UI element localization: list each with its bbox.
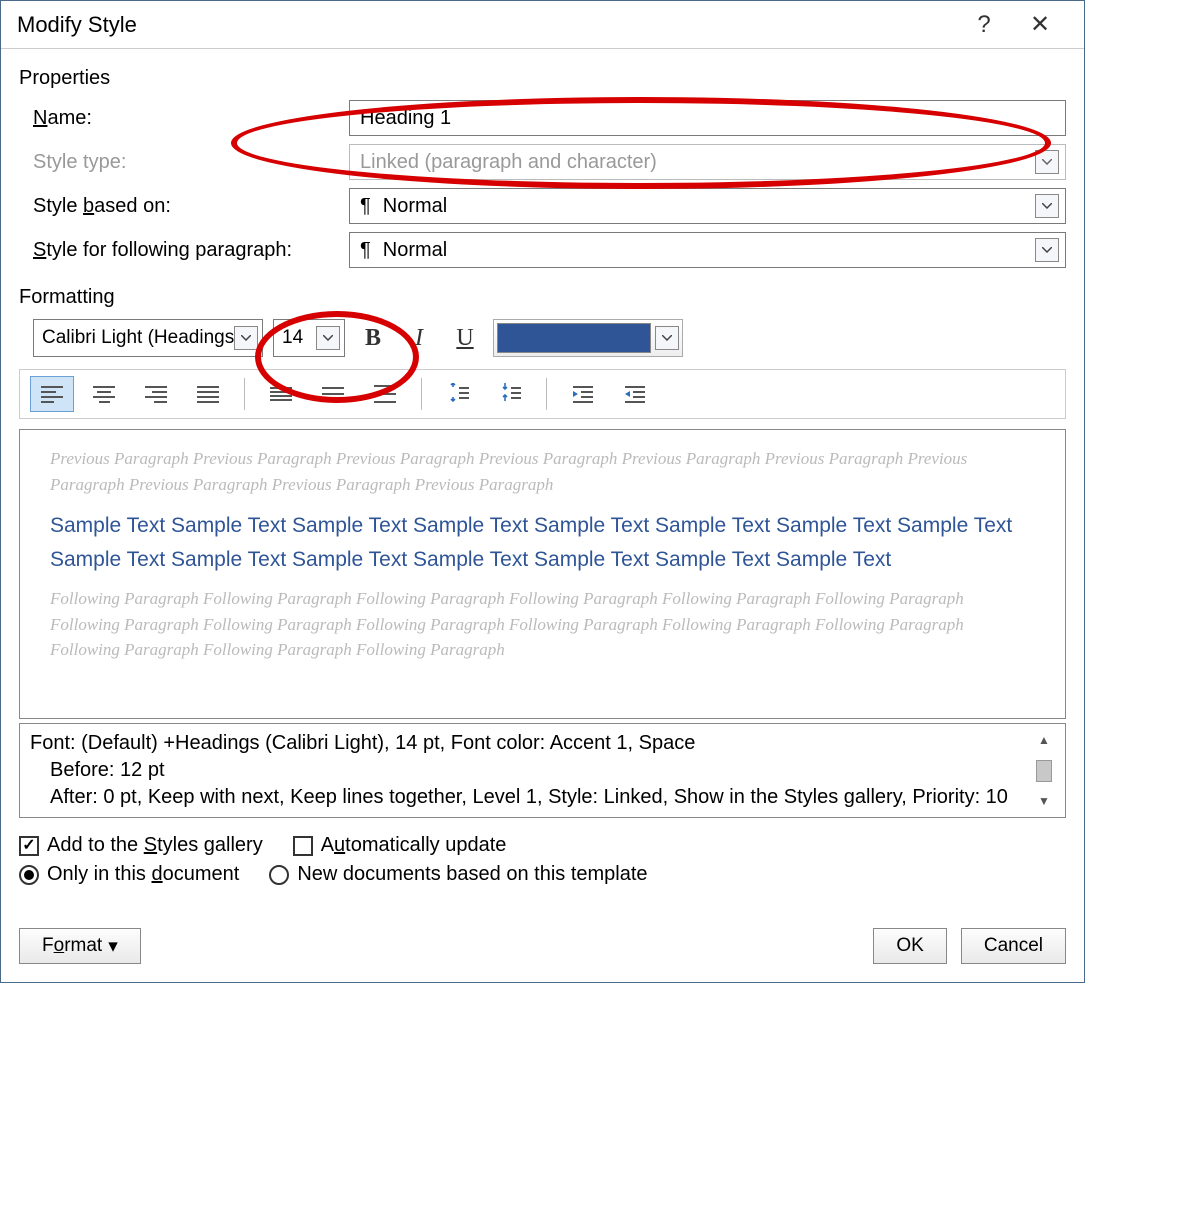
add-to-gallery-checkbox[interactable]: Add to the Styles gallery (19, 834, 263, 857)
formatting-toolbar-1: Calibri Light (Headings) 14 B I U (19, 319, 1066, 357)
underline-button[interactable]: U (447, 320, 483, 356)
style-type-combo: Linked (paragraph and character) (349, 144, 1066, 180)
following-row: Style for following paragraph: ¶ Normal (19, 232, 1066, 268)
desc-line-1: Font: (Default) +Headings (Calibri Light… (30, 732, 695, 754)
name-label: Name: (19, 107, 349, 130)
align-center-button[interactable] (82, 376, 126, 412)
color-swatch (497, 323, 651, 353)
new-docs-template-radio[interactable]: New documents based on this template (269, 863, 647, 886)
scroll-up-icon[interactable]: ▲ (1033, 730, 1055, 750)
preview-following-paragraph: Following Paragraph Following Paragraph … (50, 586, 1035, 663)
preview-pane: Previous Paragraph Previous Paragraph Pr… (19, 429, 1066, 719)
chevron-down-icon[interactable] (1035, 194, 1059, 218)
format-button[interactable]: Format ▾ (19, 928, 141, 964)
space-after-button[interactable] (488, 376, 532, 412)
scroll-thumb[interactable] (1036, 760, 1052, 782)
dropdown-caret-icon: ▾ (108, 935, 118, 958)
name-input[interactable] (349, 100, 1066, 136)
separator (421, 378, 422, 410)
line-spacing-1-button[interactable] (259, 376, 303, 412)
radio-icon (19, 865, 39, 885)
preview-previous-paragraph: Previous Paragraph Previous Paragraph Pr… (50, 446, 1035, 497)
chevron-down-icon[interactable] (234, 326, 258, 350)
following-combo[interactable]: ¶ Normal (349, 232, 1066, 268)
pilcrow-icon: ¶ (360, 195, 377, 218)
dialog-title: Modify Style (17, 12, 956, 38)
based-on-row: Style based on: ¶ Normal (19, 188, 1066, 224)
cancel-button[interactable]: Cancel (961, 928, 1066, 964)
radio-icon (269, 865, 289, 885)
font-color-combo[interactable] (493, 319, 683, 357)
style-type-row: Style type: Linked (paragraph and charac… (19, 144, 1066, 180)
formatting-toolbar-2 (19, 369, 1066, 419)
radio-row: Only in this document New documents base… (19, 863, 1066, 886)
decrease-indent-button[interactable] (561, 376, 605, 412)
font-size-combo[interactable]: 14 (273, 319, 345, 357)
modify-style-dialog: Modify Style ? ✕ Properties Name: Style … (0, 0, 1085, 983)
close-button[interactable]: ✕ (1012, 5, 1068, 45)
align-justify-button[interactable] (186, 376, 230, 412)
increase-indent-button[interactable] (613, 376, 657, 412)
dialog-footer: Format ▾ OK Cancel (1, 918, 1084, 982)
ok-button[interactable]: OK (873, 928, 946, 964)
name-row: Name: (19, 100, 1066, 136)
separator (244, 378, 245, 410)
align-left-button[interactable] (30, 376, 74, 412)
separator (546, 378, 547, 410)
based-on-combo[interactable]: ¶ Normal (349, 188, 1066, 224)
properties-section-label: Properties (19, 67, 1066, 90)
bold-button[interactable]: B (355, 320, 391, 356)
chevron-down-icon[interactable] (316, 326, 340, 350)
style-description: Font: (Default) +Headings (Calibri Light… (19, 723, 1066, 818)
desc-line-2: Before: 12 pt (30, 757, 1029, 784)
based-on-label: Style based on: (19, 195, 349, 218)
auto-update-checkbox[interactable]: Automatically update (293, 834, 507, 857)
only-this-doc-radio[interactable]: Only in this document (19, 863, 239, 886)
titlebar: Modify Style ? ✕ (1, 1, 1084, 49)
desc-line-3: After: 0 pt, Keep with next, Keep lines … (30, 784, 1029, 811)
formatting-section-label: Formatting (19, 286, 1066, 309)
font-name-combo[interactable]: Calibri Light (Headings) (33, 319, 263, 357)
style-type-label: Style type: (19, 151, 349, 174)
help-button[interactable]: ? (956, 5, 1012, 45)
checkbox-row: Add to the Styles gallery Automatically … (19, 834, 1066, 857)
space-before-button[interactable] (436, 376, 480, 412)
chevron-down-icon (1035, 150, 1059, 174)
chevron-down-icon[interactable] (1035, 238, 1059, 262)
following-label: Style for following paragraph: (19, 239, 349, 262)
line-spacing-1_5-button[interactable] (311, 376, 355, 412)
chevron-down-icon[interactable] (655, 326, 679, 350)
italic-button[interactable]: I (401, 320, 437, 356)
scroll-down-icon[interactable]: ▼ (1033, 791, 1055, 811)
line-spacing-2-button[interactable] (363, 376, 407, 412)
preview-sample-text: Sample Text Sample Text Sample Text Samp… (50, 509, 1035, 576)
checkbox-icon (293, 836, 313, 856)
checkbox-icon (19, 836, 39, 856)
description-scrollbar[interactable]: ▲ ▼ (1033, 730, 1055, 811)
pilcrow-icon: ¶ (360, 239, 377, 262)
align-right-button[interactable] (134, 376, 178, 412)
